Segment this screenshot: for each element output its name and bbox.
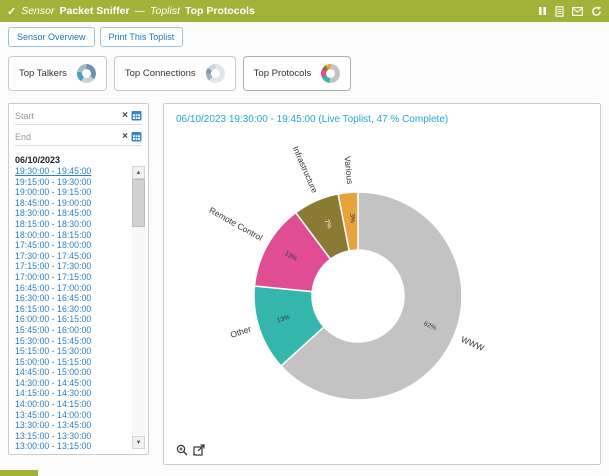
clear-end-icon[interactable]: ×: [122, 132, 128, 142]
pause-icon[interactable]: [538, 6, 547, 16]
topbar-icons: [538, 6, 602, 17]
pie-chart-icon: [206, 64, 225, 83]
sensor-ok-icon: ✓: [7, 5, 16, 18]
toplist-title: 06/10/2023 19:30:00 - 19:45:00 (Live Top…: [176, 114, 448, 125]
segment-category-label: Remote Control: [208, 205, 265, 243]
chart-actions: [176, 444, 205, 456]
end-date-row: ×: [15, 131, 142, 146]
time-range-item[interactable]: 16:00:00 - 16:15:00: [15, 314, 128, 325]
start-date-input[interactable]: [15, 111, 119, 121]
tab-top-connections-label: Top Connections: [125, 68, 196, 79]
scroll-down-button[interactable]: ▼: [132, 436, 145, 449]
toolbar: Sensor Overview Print This Toplist: [8, 27, 183, 47]
protocols-donut-chart: 62%WWW13%Other13%Remote Control7%Infrast…: [158, 126, 558, 466]
time-filter-panel: × × 06/10/2023 19:30:00 - 19:45:0019:15:…: [8, 103, 149, 455]
footer-bar: [0, 470, 38, 476]
time-range-item[interactable]: 13:45:00 - 14:00:00: [15, 410, 128, 421]
scrollbar-track[interactable]: [132, 179, 145, 436]
time-range-list: 19:30:00 - 19:45:0019:15:00 - 19:30:0019…: [15, 166, 128, 449]
start-date-row: ×: [15, 110, 142, 125]
breadcrumb-toplist: Toplist: [150, 5, 180, 17]
time-list-scrollbar[interactable]: ▲ ▼: [132, 166, 145, 449]
refresh-icon[interactable]: [591, 6, 602, 17]
end-date-input[interactable]: [15, 132, 119, 142]
time-range-item[interactable]: 18:00:00 - 18:15:00: [15, 230, 128, 241]
mail-icon[interactable]: [572, 7, 583, 16]
toplist-tabs: Top Talkers Top Connections Top Protocol…: [8, 56, 351, 91]
toplist-chart-panel: 06/10/2023 19:30:00 - 19:45:00 (Live Top…: [163, 103, 601, 465]
segment-category-label: Other: [229, 324, 252, 340]
pie-chart-icon: [77, 64, 96, 83]
time-range-item[interactable]: 15:30:00 - 15:45:00: [15, 336, 128, 347]
time-range-item[interactable]: 15:45:00 - 16:00:00: [15, 325, 128, 336]
scrollbar-thumb[interactable]: [132, 179, 145, 227]
breadcrumb-separator: —: [135, 5, 146, 17]
sensor-overview-button[interactable]: Sensor Overview: [8, 27, 95, 47]
time-range-item[interactable]: 13:15:00 - 13:30:00: [15, 431, 128, 442]
open-in-new-icon[interactable]: [193, 444, 205, 456]
time-range-item[interactable]: 14:15:00 - 14:30:00: [15, 388, 128, 399]
time-range-item[interactable]: 16:15:00 - 16:30:00: [15, 304, 128, 315]
tab-top-protocols[interactable]: Top Protocols: [243, 56, 352, 91]
time-range-item[interactable]: 17:15:00 - 17:30:00: [15, 261, 128, 272]
calendar-icon[interactable]: [131, 131, 142, 142]
time-range-item[interactable]: 15:15:00 - 15:30:00: [15, 346, 128, 357]
prtg-toplist-page: ✓ Sensor Packet Sniffer — Toplist Top Pr…: [0, 0, 609, 476]
segment-category-label: Infrastructure: [291, 145, 321, 195]
print-toplist-button[interactable]: Print This Toplist: [100, 27, 184, 47]
time-range-item[interactable]: 17:00:00 - 17:15:00: [15, 272, 128, 283]
time-range-item[interactable]: 14:00:00 - 14:15:00: [15, 399, 128, 410]
time-range-item[interactable]: 16:30:00 - 16:45:00: [15, 293, 128, 304]
segment-category-label: WWW: [460, 334, 486, 353]
date-group-header: 06/10/2023: [15, 155, 142, 165]
pie-chart-icon: [321, 64, 340, 83]
segment-category-label: Various: [343, 156, 356, 185]
time-range-item[interactable]: 18:15:00 - 18:30:00: [15, 219, 128, 230]
tab-top-talkers-label: Top Talkers: [19, 68, 67, 79]
report-icon[interactable]: [555, 6, 564, 17]
time-range-item[interactable]: 17:45:00 - 18:00:00: [15, 240, 128, 251]
time-range-item[interactable]: 16:45:00 - 17:00:00: [15, 283, 128, 294]
segment-percent-label: 3%: [348, 213, 356, 223]
tab-top-protocols-label: Top Protocols: [254, 68, 312, 79]
time-range-item[interactable]: 15:00:00 - 15:15:00: [15, 357, 128, 368]
zoom-icon[interactable]: [176, 444, 188, 456]
time-range-item[interactable]: 14:30:00 - 14:45:00: [15, 378, 128, 389]
tab-top-talkers[interactable]: Top Talkers: [8, 56, 107, 91]
time-range-item[interactable]: 19:00:00 - 19:15:00: [15, 187, 128, 198]
calendar-icon[interactable]: [131, 110, 142, 121]
breadcrumb-bar: ✓ Sensor Packet Sniffer — Toplist Top Pr…: [0, 0, 609, 22]
time-range-item[interactable]: 17:30:00 - 17:45:00: [15, 251, 128, 262]
clear-start-icon[interactable]: ×: [122, 111, 128, 121]
breadcrumb-toplist-name: Top Protocols: [185, 5, 255, 17]
time-range-item[interactable]: 19:15:00 - 19:30:00: [15, 177, 128, 188]
time-range-item[interactable]: 18:30:00 - 18:45:00: [15, 208, 128, 219]
time-range-item[interactable]: 19:30:00 - 19:45:00: [15, 166, 128, 177]
time-range-item[interactable]: 18:45:00 - 19:00:00: [15, 198, 128, 209]
tab-top-connections[interactable]: Top Connections: [114, 56, 236, 91]
time-range-item[interactable]: 13:30:00 - 13:45:00: [15, 420, 128, 431]
time-range-item[interactable]: 14:45:00 - 15:00:00: [15, 367, 128, 378]
scroll-up-button[interactable]: ▲: [132, 166, 145, 179]
breadcrumb-sensor[interactable]: Sensor: [21, 5, 54, 17]
time-range-item[interactable]: 13:00:00 - 13:15:00: [15, 441, 128, 449]
breadcrumb-sensor-name[interactable]: Packet Sniffer: [60, 5, 130, 17]
